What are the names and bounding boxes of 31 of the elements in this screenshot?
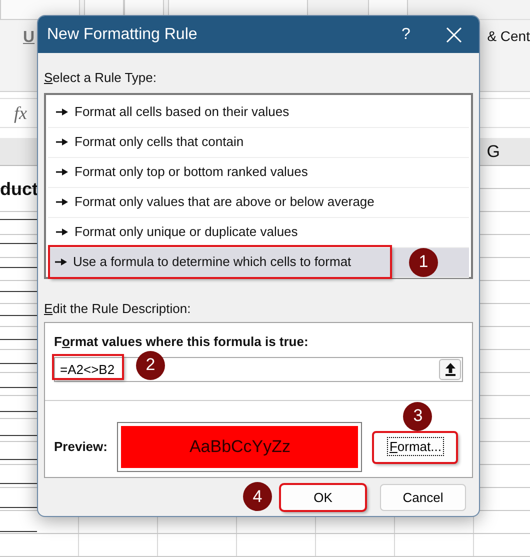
rule-type-item[interactable]: Format only values that are above or below average [48,188,469,218]
step-number-badge: 4 [243,482,272,511]
close-icon[interactable] [446,26,462,42]
dialog-title: New Formatting Rule [47,24,198,44]
step-number-badge: 3 [403,402,432,430]
arrow-icon [55,258,67,266]
section-label: Select a Rule Type: [43,69,158,87]
underline-button[interactable]: U [23,26,35,50]
help-button[interactable]: ? [396,22,416,46]
column-header: G [486,140,500,163]
arrow-icon [56,138,68,146]
format-button[interactable]: Format... [373,432,458,462]
arrow-icon [56,168,68,176]
arrow-icon [56,198,68,206]
rule-type-item[interactable]: Format all cells based on their values [48,98,469,128]
arrow-icon [56,228,68,236]
preview-sample-text: AaBbCcYyZz [189,436,291,458]
section-label: Edit the Rule Description: [43,300,192,318]
formula-label: Format values where this formula is true: [54,333,310,351]
arrow-icon [56,108,68,116]
preview-label: Preview: [54,438,108,456]
function-button[interactable]: fx [14,100,27,126]
collapse-button[interactable] [439,358,461,380]
merge-center-button[interactable]: & Cent [487,26,530,47]
dialog-button[interactable]: Cancel [380,484,466,511]
rule-type-item[interactable]: Format only cells that contain [48,128,469,158]
dialog-button[interactable]: OK [280,484,366,511]
step-number-badge: 2 [136,350,165,380]
upload-icon [444,362,456,376]
rule-type-item[interactable]: Format only top or bottom ranked values [48,158,469,188]
cell-text: duct [0,178,38,201]
